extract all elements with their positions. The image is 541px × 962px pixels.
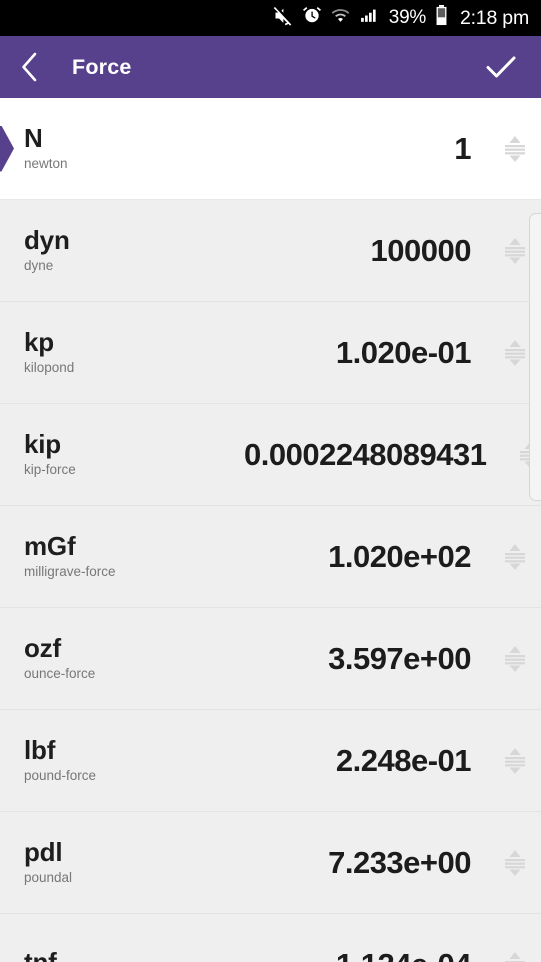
unit-name: poundal [24,869,73,885]
wifi-icon [331,6,350,30]
unit-symbol: kip [24,429,61,460]
unit-value[interactable]: 100000 [244,233,489,269]
unit-name: newton [24,155,68,171]
unit-symbol: kp [24,327,54,358]
check-icon [486,56,516,78]
force-converter-screen: 39% 2:18 pm Force N newton 1 dyn dyne 10… [0,0,541,962]
unit-name: kilopond [24,359,75,375]
reorder-handle-icon[interactable] [489,644,541,674]
list-item[interactable]: dyn dyne 100000 [0,200,541,302]
unit-value[interactable]: 2.248e-01 [244,743,489,779]
app-bar: Force [0,36,541,98]
unit-name: ounce-force [24,665,96,681]
unit-list[interactable]: N newton 1 dyn dyne 100000 kp kilopond 1… [0,98,541,962]
unit-value[interactable]: 1.124e-04 [244,947,489,962]
unit-symbol: dyn [24,225,70,256]
unit-value[interactable]: 7.233e+00 [244,845,489,881]
unit-value[interactable]: 1.020e+02 [244,539,489,575]
unit-value[interactable]: 1 [244,131,489,167]
reorder-handle-icon[interactable] [489,542,541,572]
reorder-handle-icon[interactable] [489,746,541,776]
list-item[interactable]: ozf ounce-force 3.597e+00 [0,608,541,710]
unit-label-group: pdl poundal [24,839,244,885]
reorder-handle-icon[interactable] [489,848,541,878]
unit-symbol: N [24,123,43,154]
unit-value[interactable]: 3.597e+00 [244,641,489,677]
list-item[interactable]: pdl poundal 7.233e+00 [0,812,541,914]
chevron-left-icon [22,52,37,82]
unit-value[interactable]: 1.020e-01 [244,335,489,371]
unit-label-group: N newton [24,125,244,171]
unit-label-group: lbf pound-force [24,737,244,783]
list-item[interactable]: tnf 1.124e-04 [0,914,541,962]
reorder-handle-icon[interactable] [489,950,541,962]
unit-label-group: kip kip-force [24,431,244,477]
unit-name: dyne [24,257,54,273]
list-item[interactable]: N newton 1 [0,98,541,200]
unit-symbol: ozf [24,633,61,664]
list-item[interactable]: kp kilopond 1.020e-01 [0,302,541,404]
unit-label-group: dyn dyne [24,227,244,273]
confirm-button[interactable] [481,47,521,87]
unit-name: milligrave-force [24,563,116,579]
list-item[interactable]: mGf milligrave-force 1.020e+02 [0,506,541,608]
unit-label-group: ozf ounce-force [24,635,244,681]
back-button[interactable] [20,47,54,87]
unit-label-group: kp kilopond [24,329,244,375]
list-item[interactable]: lbf pound-force 2.248e-01 [0,710,541,812]
unit-name: kip-force [24,461,76,477]
signal-icon [359,6,379,30]
battery-icon [435,5,448,31]
page-title: Force [72,54,132,79]
selected-marker-icon [0,125,14,172]
mute-icon [272,5,293,31]
unit-symbol: pdl [24,837,63,868]
unit-label-group: mGf milligrave-force [24,533,244,579]
unit-symbol: tnf [24,946,57,962]
reorder-handle-icon[interactable] [489,134,541,164]
unit-name: pound-force [24,767,97,783]
unit-symbol: mGf [24,531,76,562]
battery-percent-label: 39% [388,7,426,28]
clock-label: 2:18 pm [459,6,529,29]
list-scrollbar[interactable] [529,213,541,501]
unit-value[interactable]: 0.0002248089431 [244,437,504,473]
alarm-icon [302,6,322,31]
unit-label-group: tnf [24,946,244,962]
list-item[interactable]: kip kip-force 0.0002248089431 [0,404,541,506]
status-bar: 39% 2:18 pm [0,0,541,36]
unit-symbol: lbf [24,735,56,766]
